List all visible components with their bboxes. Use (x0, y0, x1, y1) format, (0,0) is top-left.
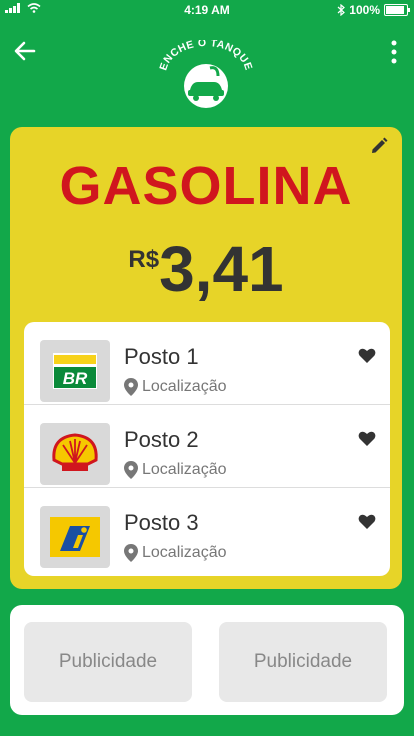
station-list: BR Posto 1 Localização Posto 2 Localizaç… (24, 322, 390, 576)
price-value: 3,41 (159, 233, 284, 305)
ipiranga-logo (40, 506, 110, 568)
battery-percent: 100% (349, 3, 380, 17)
battery-status: 100% (337, 3, 410, 17)
ad-banner-right[interactable]: Publicidade (219, 622, 387, 702)
ad-panel: Publicidade Publicidade (10, 605, 404, 715)
station-row-posto-3[interactable]: Posto 3 Localização (24, 488, 390, 570)
favorite-heart-icon[interactable] (358, 514, 376, 530)
ad-label: Publicidade (58, 651, 158, 672)
favorite-heart-icon[interactable] (358, 348, 376, 364)
fuel-price-card: GASOLINA R$3,41 BR Posto 1 Localização P… (10, 127, 402, 589)
app-logo: ENCHE O TANQUE (158, 40, 254, 108)
location-pin-icon (124, 378, 138, 396)
more-options-button[interactable] (386, 38, 402, 66)
br-logo-text: BR (63, 369, 88, 388)
bluetooth-icon (337, 4, 346, 16)
station-name: Posto 1 (124, 344, 199, 369)
location-label: Localização (142, 378, 227, 395)
br-logo: BR (40, 340, 110, 402)
station-location[interactable]: Localização (124, 544, 227, 562)
favorite-heart-icon[interactable] (358, 431, 376, 447)
station-name: Posto 3 (124, 510, 199, 535)
edit-button[interactable] (370, 137, 388, 155)
station-row-posto-1[interactable]: BR Posto 1 Localização (24, 322, 390, 405)
station-location[interactable]: Localização (124, 378, 227, 396)
price-display: R$3,41 (10, 232, 402, 306)
location-pin-icon (124, 461, 138, 479)
location-pin-icon (124, 544, 138, 562)
battery-icon (384, 4, 410, 16)
ad-label: Publicidade (253, 651, 353, 672)
ad-banner-left[interactable]: Publicidade (24, 622, 192, 702)
location-label: Localização (142, 461, 227, 478)
station-name: Posto 2 (124, 427, 199, 452)
station-location[interactable]: Localização (124, 461, 227, 479)
status-bar: 4:19 AM 100% (0, 0, 414, 20)
location-label: Localização (142, 544, 227, 561)
shell-logo (40, 423, 110, 485)
fuel-type-title: GASOLINA (59, 156, 353, 216)
back-button[interactable] (12, 38, 38, 64)
currency-symbol: R$ (128, 246, 160, 273)
station-row-posto-2[interactable]: Posto 2 Localização (24, 405, 390, 488)
